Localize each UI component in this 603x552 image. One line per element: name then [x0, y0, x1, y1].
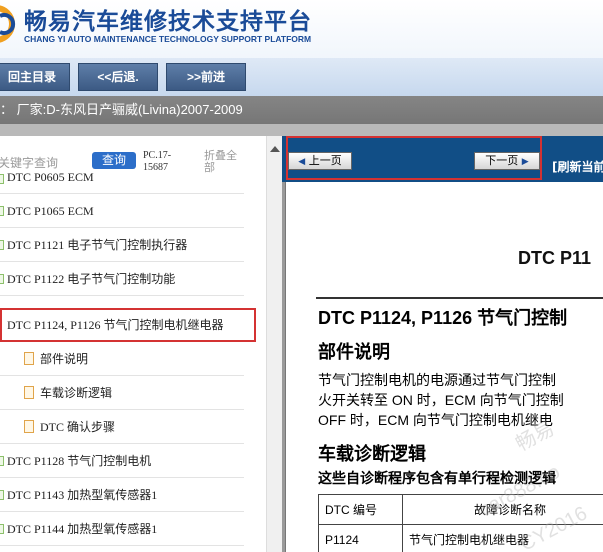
tree-item[interactable]: DTC P1144 加热型氧传感器1: [0, 512, 244, 546]
pc-code: PC.17- 15687: [143, 150, 171, 174]
paragraph-line: 节气门控制电机的电源通过节气门控制: [318, 372, 556, 388]
arrow-left-icon: ◀: [298, 157, 306, 167]
arrow-right-icon: ▶: [521, 157, 529, 167]
tree-item-label: DTC P1121 电子节气门控制执行器: [7, 238, 188, 252]
prev-page-button[interactable]: ◀ 上一页: [288, 152, 352, 170]
home-button[interactable]: 回主目录: [0, 63, 70, 91]
sidebar: 关键字查询 查询 PC.17- 15687 折叠全部 DTC P0605 ECM…: [0, 136, 266, 552]
page-green-icon: [0, 524, 4, 534]
next-page-button[interactable]: 下一页 ▶: [474, 152, 540, 170]
next-page-label: 下一页: [485, 154, 519, 167]
tree-item-child[interactable]: 部件说明: [0, 342, 244, 376]
tree-item[interactable]: DTC P1065 ECM: [0, 194, 244, 228]
tree-item-label: DTC P1144 加热型氧传感器1: [7, 522, 158, 536]
tree-item-child[interactable]: 车载诊断逻辑: [0, 376, 244, 410]
document-viewer: ◀ 上一页 下一页 ▶ [刷新当前 DTC P11 DTC P1124, P11…: [282, 136, 603, 552]
document-orange-icon: [24, 352, 34, 365]
collapse-all-button[interactable]: 折叠全部: [204, 150, 244, 174]
tree-item-label: 车载诊断逻辑: [40, 386, 113, 400]
tree-item[interactable]: DTC P1128 节气门控制电机: [0, 444, 244, 478]
paragraph-line: 火开关转至 ON 时，ECM 向节气门控制: [318, 392, 564, 408]
prev-page-label: 上一页: [308, 154, 342, 167]
refresh-link[interactable]: [刷新当前: [552, 158, 603, 175]
sidebar-scrollbar[interactable]: [266, 136, 282, 552]
tree-item[interactable]: DTC P1143 加热型氧传感器1: [0, 478, 244, 512]
page-green-icon: [0, 490, 4, 500]
tree-item-label: DTC P1065 ECM: [7, 204, 94, 218]
doc-title: DTC P1124, P1126 节气门控制: [318, 308, 568, 328]
app-title: 畅易汽车维修技术支持平台: [24, 9, 312, 35]
logo-icon: [0, 5, 16, 43]
tree-item-label: DTC P1143 加热型氧传感器1: [7, 488, 158, 502]
tree-item-child[interactable]: DTC 确认步骤: [0, 410, 244, 444]
pager-toolbar: ◀ 上一页 下一页 ▶ [刷新当前: [282, 136, 603, 182]
doc-header: DTC P11: [518, 248, 592, 268]
search-input[interactable]: 关键字查询: [0, 154, 58, 171]
doc-divider: [316, 297, 603, 299]
pc-code-line1: PC.17-: [143, 150, 172, 161]
tree-item-label: DTC P1128 节气门控制电机: [7, 454, 152, 468]
page-green-icon: [0, 240, 4, 250]
section-heading: 车载诊断逻辑: [318, 444, 426, 464]
page-green-icon: [0, 274, 4, 284]
breadcrumb-text: ： 厂家:D-东风日产骊威(Livina)2007-2009: [0, 102, 243, 117]
table-header: DTC 编号: [318, 494, 403, 525]
document-page: DTC P11 DTC P1124, P1126 节气门控制 部件说明 节气门控…: [285, 182, 603, 552]
nav-toolbar: 回主目录 <<后退. >>前进: [0, 58, 603, 96]
tree-item-label: 部件说明: [40, 352, 89, 366]
tree-item-label: DTC P0605 ECM: [7, 170, 94, 184]
tree-item-selected[interactable]: DTC P1124, P1126 节气门控制电机继电器: [0, 308, 256, 342]
tree-item-label: DTC 确认步骤: [40, 420, 116, 434]
document-orange-icon: [24, 420, 34, 433]
tree-item[interactable]: DTC P1122 电子节气门控制功能: [0, 262, 244, 296]
breadcrumb-divider: [0, 124, 603, 136]
back-button[interactable]: <<后退.: [78, 63, 158, 91]
tree-item-label: DTC P1124, P1126 节气门控制电机继电器: [7, 318, 224, 332]
tree-item[interactable]: DTC P0605 ECM: [0, 170, 244, 194]
document-orange-icon: [24, 386, 34, 399]
tree-item[interactable]: DTC P1121 电子节气门控制执行器: [0, 228, 244, 262]
table-cell: P1124: [318, 524, 403, 552]
section-heading: 部件说明: [318, 342, 390, 362]
tree-item-label: DTC P1122 电子节气门控制功能: [7, 272, 176, 286]
app-header: 畅易汽车维修技术支持平台 CHANG YI AUTO MAINTENANCE T…: [0, 0, 603, 58]
page-green-icon: [0, 174, 4, 184]
search-button[interactable]: 查询: [92, 152, 136, 169]
page-green-icon: [0, 456, 4, 466]
app-subtitle: CHANG YI AUTO MAINTENANCE TECHNOLOGY SUP…: [24, 34, 312, 44]
scroll-up-icon[interactable]: [270, 146, 280, 152]
page-green-icon: [0, 206, 4, 216]
forward-button[interactable]: >>前进: [166, 63, 246, 91]
